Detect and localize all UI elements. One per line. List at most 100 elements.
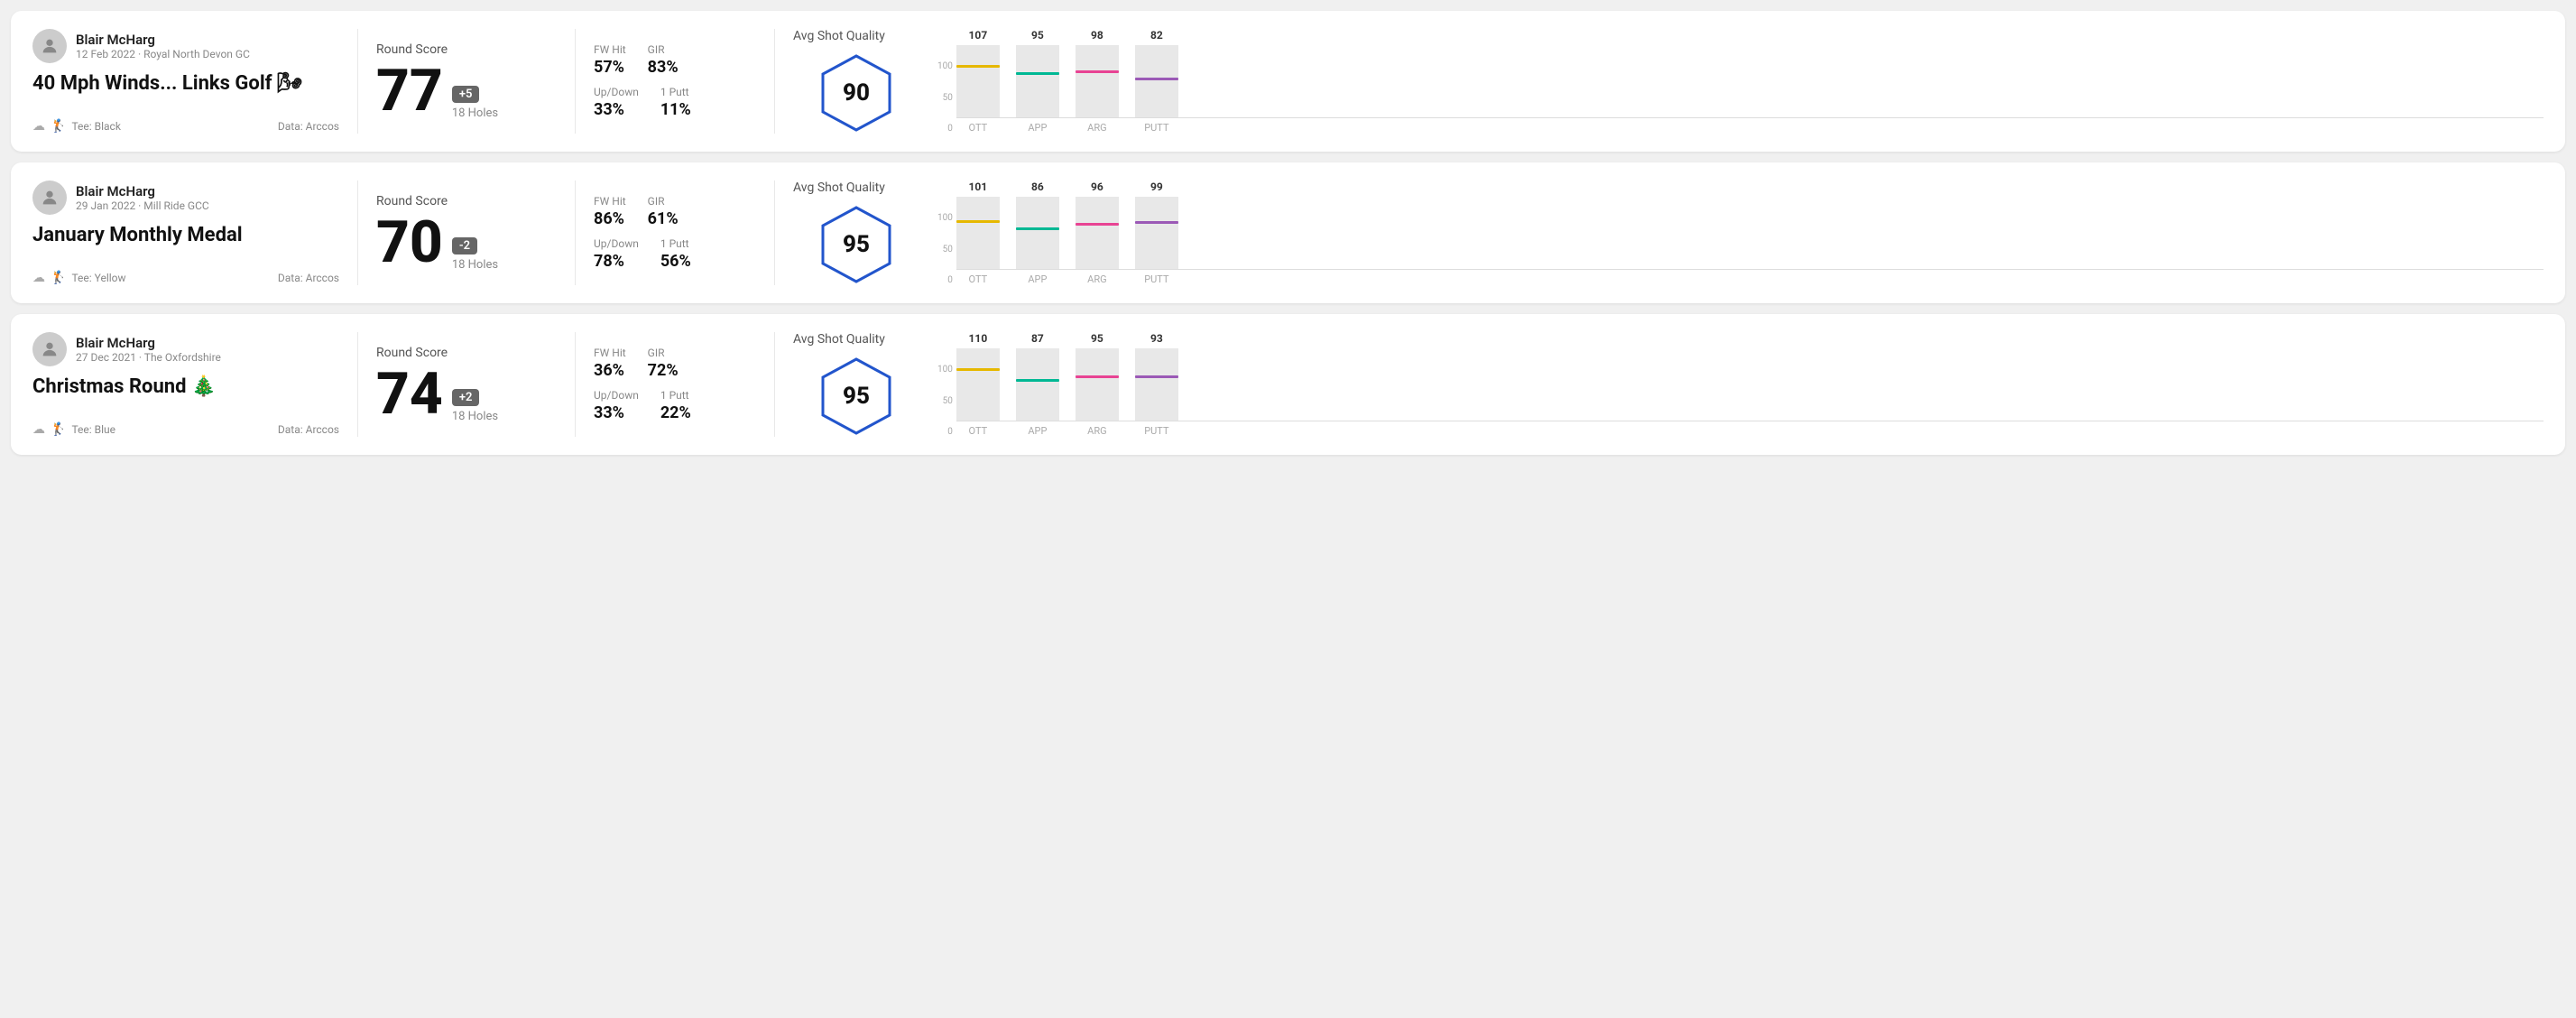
up-down-value: 78% [594,252,639,271]
gir-label: GIR [648,195,679,208]
bag-icon: 🏌 [51,119,66,134]
bar-app: 86 [1016,197,1059,269]
bar-ott: 110 [956,348,1000,421]
bar-arg: 96 [1076,197,1119,269]
one-putt-value: 11% [660,100,691,119]
score-label: Round Score [376,346,557,360]
up-down-stat: Up/Down 33% [594,389,639,422]
divider-2 [575,332,576,437]
bag-icon: 🏌 [51,422,66,437]
one-putt-stat: 1 Putt 22% [660,389,691,422]
user-row: Blair McHarg 12 Feb 2022 · Royal North D… [32,29,339,63]
divider-2 [575,180,576,285]
holes-text: 18 Holes [452,410,498,423]
one-putt-stat: 1 Putt 11% [660,86,691,119]
gir-label: GIR [648,43,679,56]
bar-app: 95 [1016,45,1059,117]
bar-ott: 101 [956,197,1000,269]
score-section: Round Score 70 -2 18 Holes [376,180,557,285]
gir-value: 61% [648,209,679,228]
user-meta: 27 Dec 2021 · The Oxfordshire [76,351,221,364]
quality-label: Avg Shot Quality [793,180,885,195]
stats-section: FW Hit 57% GIR 83% Up/Down 33% 1 Putt 11… [594,29,756,134]
round-title: January Monthly Medal [32,224,339,246]
up-down-label: Up/Down [594,86,639,98]
user-name: Blair McHarg [76,335,221,351]
chart-section: 100 50 0 107 95 [919,29,2544,134]
quality-section: Avg Shot Quality 95 [793,180,919,285]
score-section: Round Score 74 +2 18 Holes [376,332,557,437]
gir-stat: GIR 72% [648,347,679,380]
tee-label: Tee: Blue [71,423,115,436]
tee-label: Tee: Black [71,120,120,133]
up-down-stat: Up/Down 33% [594,86,639,119]
one-putt-label: 1 Putt [660,86,691,98]
one-putt-label: 1 Putt [660,389,691,402]
up-down-stat: Up/Down 78% [594,237,639,271]
card-left-round-1: Blair McHarg 12 Feb 2022 · Royal North D… [32,29,339,134]
bag-icon: 🏌 [51,271,66,285]
divider-1 [357,29,358,134]
tee-row: ☁ 🏌 Tee: Yellow Data: Arccos [32,271,339,285]
hex-score: 90 [843,79,870,106]
bar-app: 87 [1016,348,1059,421]
card-left-round-3: Blair McHarg 27 Dec 2021 · The Oxfordshi… [32,332,339,437]
user-icon [40,339,60,359]
quality-label: Avg Shot Quality [793,29,885,43]
score-label: Round Score [376,194,557,208]
quality-section: Avg Shot Quality 95 [793,332,919,437]
user-row: Blair McHarg 27 Dec 2021 · The Oxfordshi… [32,332,339,366]
round-title: 40 Mph Winds... Links Golf 🌬 [32,72,339,95]
bar-putt: 82 [1135,45,1178,117]
stats-section: FW Hit 36% GIR 72% Up/Down 33% 1 Putt 22… [594,332,756,437]
weather-icon: ☁ [32,271,45,285]
bar-arg: 95 [1076,348,1119,421]
fw-hit-label: FW Hit [594,195,626,208]
hexagon-container: 95 [816,356,897,437]
user-row: Blair McHarg 29 Jan 2022 · Mill Ride GCC [32,180,339,215]
one-putt-value: 22% [660,403,691,422]
quality-section: Avg Shot Quality 90 [793,29,919,134]
user-meta: 12 Feb 2022 · Royal North Devon GC [76,48,250,60]
tee-label: Tee: Yellow [71,272,125,284]
bar-putt: 93 [1135,348,1178,421]
score-diff-badge: +5 [452,86,480,103]
up-down-label: Up/Down [594,237,639,250]
user-name: Blair McHarg [76,32,250,48]
fw-hit-value: 57% [594,58,626,77]
score-section: Round Score 77 +5 18 Holes [376,29,557,134]
data-source: Data: Arccos [278,423,339,436]
one-putt-label: 1 Putt [660,237,691,250]
tee-row: ☁ 🏌 Tee: Blue Data: Arccos [32,422,339,437]
round-title: Christmas Round 🎄 [32,375,339,398]
round-card-round-3: Blair McHarg 27 Dec 2021 · The Oxfordshi… [11,314,2565,455]
up-down-value: 33% [594,100,639,119]
bar-ott: 107 [956,45,1000,117]
score-diff-badge: -2 [452,237,477,255]
hex-score: 95 [843,383,870,410]
score-diff-badge: +2 [452,389,480,406]
chart-section: 100 50 0 110 87 [919,332,2544,437]
quality-label: Avg Shot Quality [793,332,885,347]
bar-chart: 100 50 0 107 95 [937,30,2544,134]
one-putt-stat: 1 Putt 56% [660,237,691,271]
up-down-value: 33% [594,403,639,422]
divider-3 [774,180,775,285]
divider-1 [357,180,358,285]
card-left-round-2: Blair McHarg 29 Jan 2022 · Mill Ride GCC… [32,180,339,285]
user-icon [40,188,60,208]
data-source: Data: Arccos [278,272,339,284]
stats-section: FW Hit 86% GIR 61% Up/Down 78% 1 Putt 56… [594,180,756,285]
divider-2 [575,29,576,134]
gir-stat: GIR 61% [648,195,679,228]
divider-3 [774,29,775,134]
user-meta: 29 Jan 2022 · Mill Ride GCC [76,199,209,212]
tee-row: ☁ 🏌 Tee: Black Data: Arccos [32,119,339,134]
fw-hit-stat: FW Hit 36% [594,347,626,380]
gir-value: 83% [648,58,679,77]
fw-hit-stat: FW Hit 86% [594,195,626,228]
score-number: 77 [376,62,443,120]
divider-3 [774,332,775,437]
bar-putt: 99 [1135,197,1178,269]
fw-hit-label: FW Hit [594,43,626,56]
